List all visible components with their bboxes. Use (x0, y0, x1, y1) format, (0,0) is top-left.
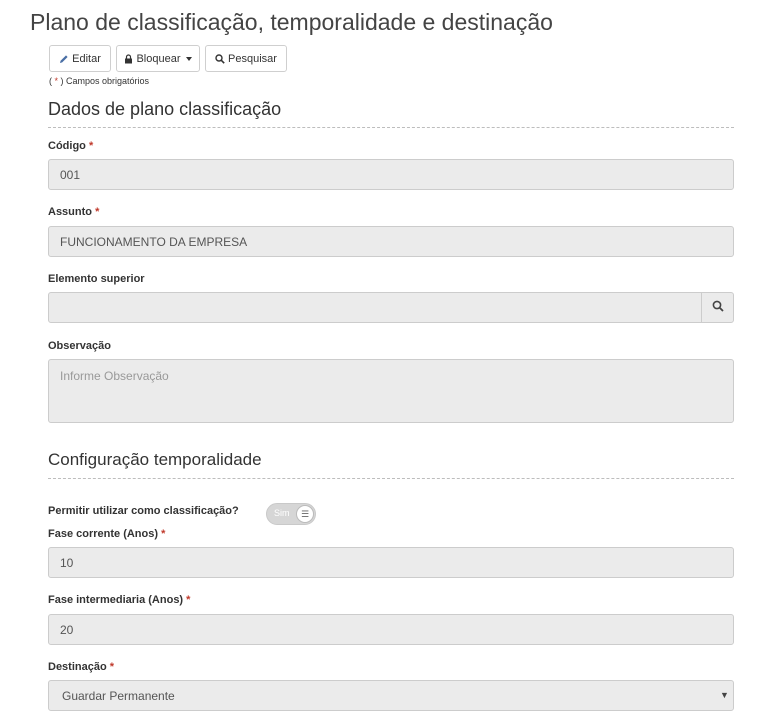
fase-intermediaria-label-text: Fase intermediaria (Anos) (48, 594, 184, 606)
toggle-text: Sim (274, 508, 290, 518)
assunto-label: Assunto * (48, 206, 99, 218)
note-suffix: ) Campos obrigatórios (58, 76, 150, 86)
select-arrow-icon: ▼ (720, 690, 729, 700)
elemento-superior-field[interactable] (48, 292, 702, 323)
permitir-label: Permitir utilizar como classificação? (48, 505, 239, 517)
fase-intermediaria-label: Fase intermediaria (Anos) * (48, 594, 190, 606)
permitir-toggle[interactable]: Sim ☰ (266, 503, 316, 525)
section-title-temporality: Configuração temporalidade (48, 450, 262, 469)
destinacao-label: Destinação * (48, 661, 114, 673)
section-divider (48, 478, 734, 479)
codigo-label-text: Código (48, 140, 86, 152)
codigo-label: Código * (48, 140, 93, 152)
elemento-superior-search-button[interactable] (701, 292, 734, 323)
fase-corrente-label: Fase corrente (Anos) * (48, 528, 165, 540)
search-icon (712, 300, 724, 315)
lock-dropdown-button[interactable]: Bloquear (116, 45, 200, 72)
required-asterisk: * (161, 528, 166, 540)
destinacao-select[interactable]: Guardar Permanente (48, 680, 734, 711)
assunto-label-text: Assunto (48, 206, 92, 218)
edit-button-label: Editar (72, 52, 101, 65)
fase-corrente-label-text: Fase corrente (Anos) (48, 528, 159, 540)
search-button-label: Pesquisar (228, 52, 277, 65)
observacao-label: Observação (48, 340, 111, 352)
codigo-field[interactable]: 001 (48, 159, 734, 190)
required-asterisk: * (88, 140, 94, 152)
lock-icon (124, 53, 133, 64)
required-fields-note: ( * ) Campos obrigatórios (49, 76, 149, 86)
required-asterisk: * (186, 594, 191, 606)
search-button[interactable]: Pesquisar (205, 45, 287, 72)
assunto-field[interactable]: FUNCIONAMENTO DA EMPRESA (48, 226, 734, 257)
fase-intermediaria-field[interactable]: 20 (48, 614, 734, 645)
destinacao-label-text: Destinação (48, 661, 107, 673)
search-icon (215, 53, 225, 64)
elemento-superior-label: Elemento superior (48, 273, 145, 285)
fase-corrente-field[interactable]: 10 (48, 547, 734, 578)
edit-button[interactable]: Editar (49, 45, 111, 72)
toggle-knob-icon: ☰ (296, 505, 314, 523)
section-title-plan-data: Dados de plano classificação (48, 99, 282, 119)
lock-button-label: Bloquear (136, 52, 181, 65)
required-asterisk: * (109, 661, 115, 673)
section-divider (48, 127, 734, 128)
pencil-icon (59, 54, 69, 64)
page-title: Plano de classificação, temporalidade e … (30, 9, 553, 35)
caret-down-icon (185, 56, 192, 61)
required-asterisk: * (95, 206, 100, 218)
observacao-textarea[interactable]: Informe Observação (48, 359, 734, 423)
